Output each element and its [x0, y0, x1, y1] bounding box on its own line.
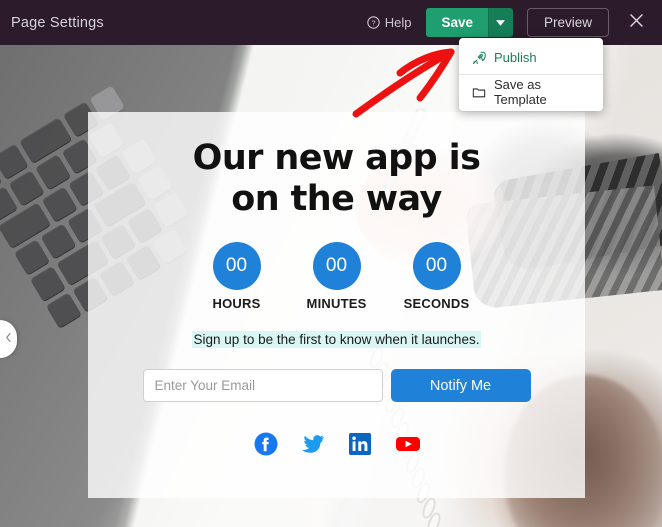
linkedin-icon[interactable]: [348, 432, 372, 456]
signup-subtext-wrapper: Sign up to be the first to know when it …: [88, 331, 585, 348]
help-button[interactable]: ? Help: [366, 15, 412, 30]
countdown-timer: 00 HOURS 00 MINUTES 00 SECONDS: [88, 242, 585, 311]
signup-subtext: Sign up to be the first to know when it …: [191, 331, 482, 348]
countdown-unit-minutes: 00 MINUTES: [298, 242, 376, 311]
twitter-icon[interactable]: [301, 432, 325, 456]
page-title: Page Settings: [11, 14, 104, 31]
countdown-label-seconds: SECONDS: [403, 296, 470, 311]
countdown-value-minutes: 00: [312, 242, 361, 290]
dropdown-item-publish[interactable]: Publish: [459, 42, 603, 73]
email-input[interactable]: [142, 369, 383, 402]
notify-me-button[interactable]: Notify Me: [390, 369, 531, 402]
facebook-icon[interactable]: [254, 432, 278, 456]
countdown-label-hours: HOURS: [212, 296, 261, 311]
coming-soon-content-panel: Our new app is on the way 00 HOURS 00 MI…: [88, 112, 585, 498]
countdown-unit-seconds: 00 SECONDS: [398, 242, 476, 311]
chevron-down-icon: [496, 19, 506, 26]
close-icon: [628, 12, 645, 34]
countdown-value-seconds: 00: [412, 242, 461, 290]
preview-button[interactable]: Preview: [526, 8, 609, 37]
help-label: Help: [384, 15, 412, 30]
dropdown-item-save-as-template[interactable]: Save as Template: [459, 76, 603, 107]
dropdown-separator: [459, 74, 603, 75]
dropdown-item-publish-label: Publish: [494, 50, 537, 65]
folder-icon: [471, 84, 486, 99]
chevron-left-icon: [5, 330, 12, 348]
social-links: [88, 432, 585, 456]
svg-text:?: ?: [371, 18, 375, 27]
rocket-icon: [471, 50, 486, 65]
save-button-group: Save: [426, 8, 513, 37]
page-headline: Our new app is on the way: [88, 138, 585, 220]
close-button[interactable]: [625, 12, 647, 34]
youtube-icon[interactable]: [395, 432, 420, 456]
page-settings-editor: Page Settings ? Help Save Preview Our ne…: [0, 0, 662, 527]
save-button[interactable]: Save: [426, 8, 488, 37]
dropdown-item-save-as-template-label: Save as Template: [494, 76, 547, 107]
page-preview-canvas: Our new app is on the way 00 HOURS 00 MI…: [0, 45, 662, 527]
countdown-unit-hours: 00 HOURS: [198, 242, 276, 311]
save-dropdown-toggle[interactable]: [487, 8, 513, 37]
countdown-value-hours: 00: [212, 242, 261, 290]
headline-line-2: on the way: [231, 179, 442, 219]
countdown-label-minutes: MINUTES: [306, 296, 367, 311]
save-dropdown-menu: Publish Save as Template: [459, 38, 603, 111]
signup-form: Notify Me: [88, 369, 585, 402]
question-circle-icon: ?: [366, 16, 380, 29]
headline-line-1: Our new app is: [192, 138, 481, 178]
